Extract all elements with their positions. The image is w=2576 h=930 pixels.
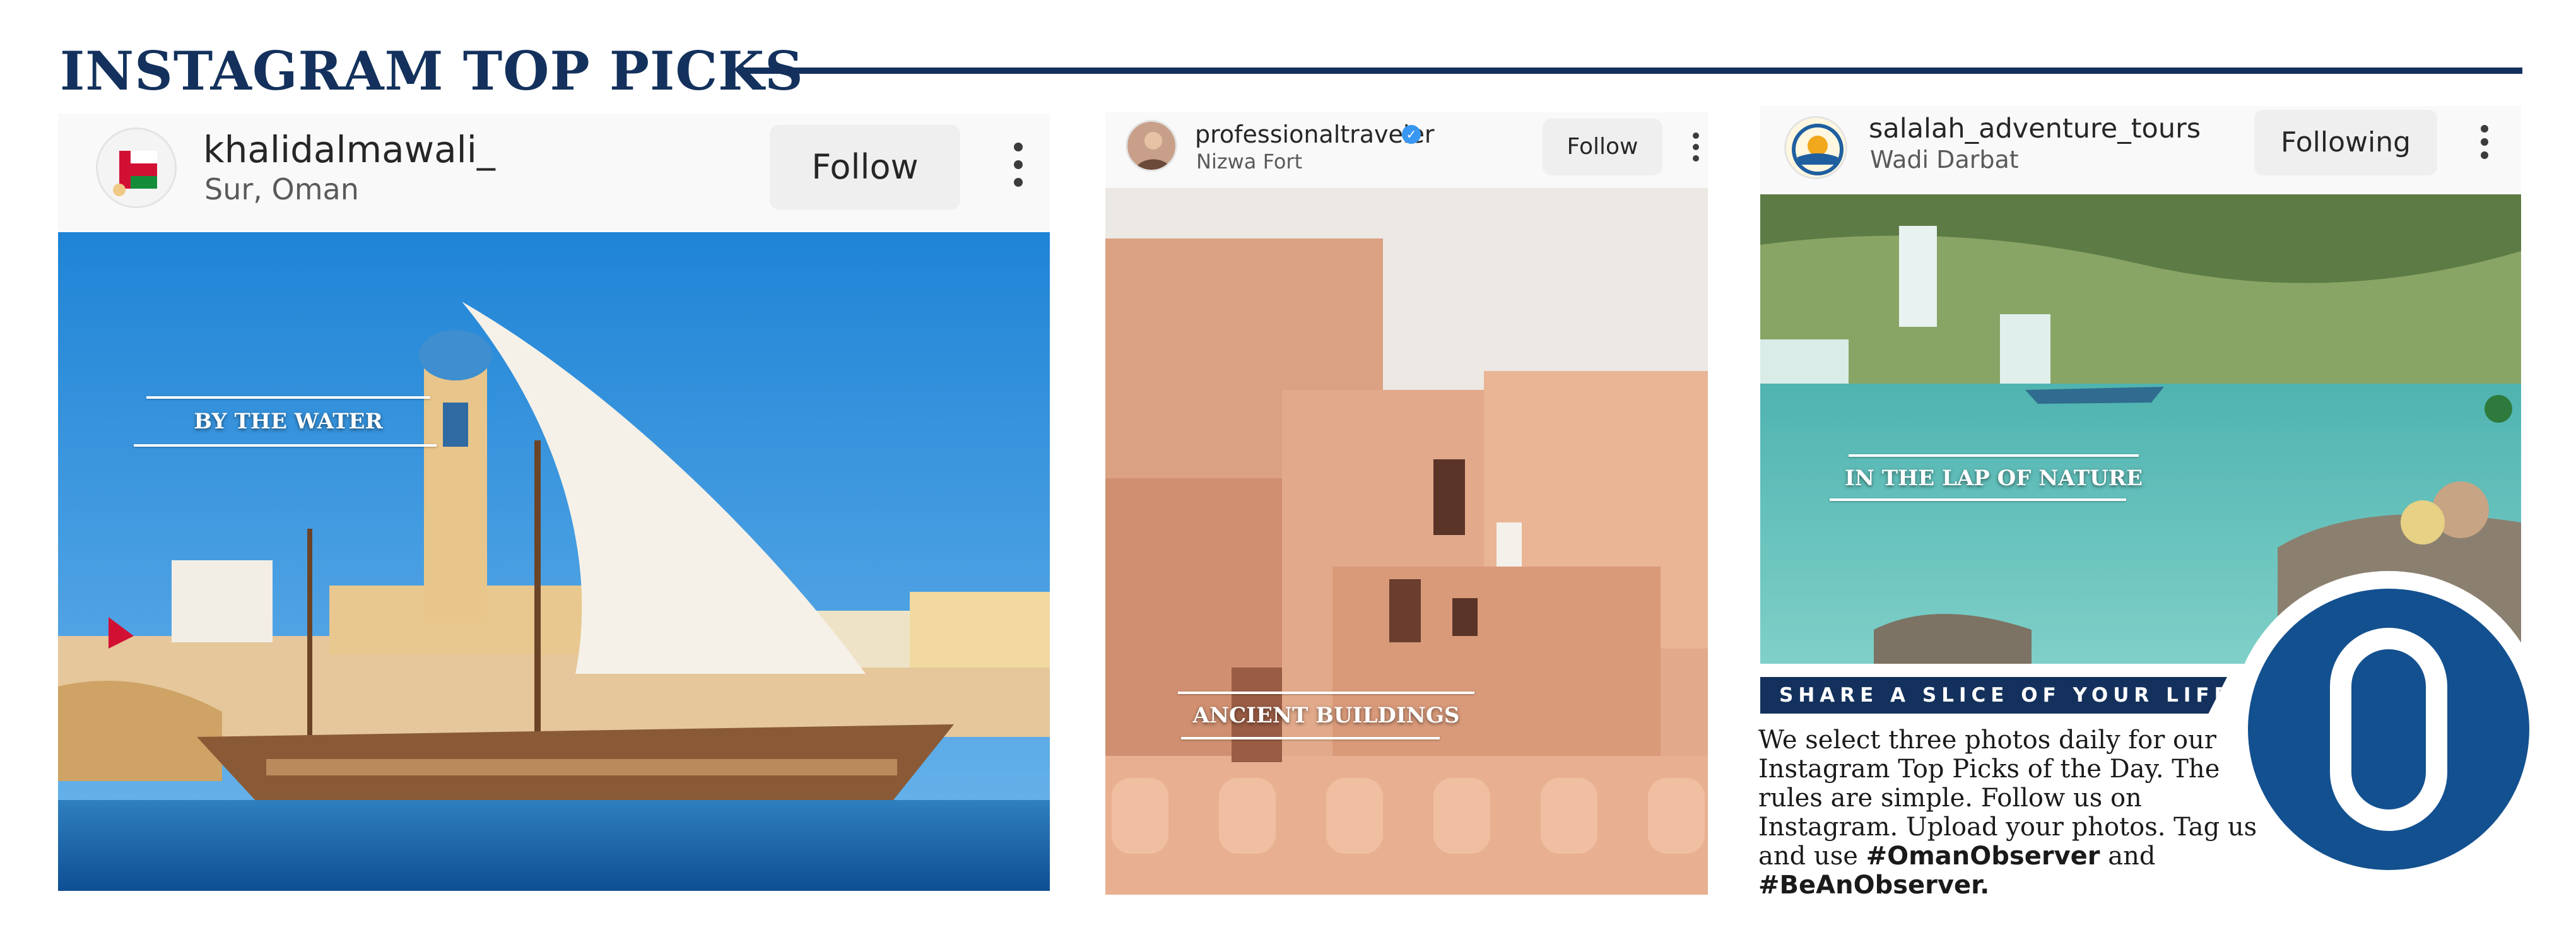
caption-rule-top xyxy=(146,396,430,399)
more-options-icon[interactable] xyxy=(1012,143,1025,187)
avatar-image xyxy=(1134,132,1172,170)
info-conjunction: and xyxy=(2108,842,2156,871)
post-header: salalah_adventure_tours Wadi Darbat Foll… xyxy=(1760,106,2521,194)
location[interactable]: Nizwa Fort xyxy=(1196,149,1302,174)
hashtag-be-an-observer[interactable]: #BeAnObserver. xyxy=(1758,871,1989,900)
share-banner: SHARE A SLICE OF YOUR LIFE xyxy=(1760,677,2227,714)
follow-button[interactable]: Follow xyxy=(1543,119,1662,175)
hashtag-oman-observer[interactable]: #OmanObserver xyxy=(1866,842,2100,871)
follow-button[interactable]: Follow xyxy=(770,125,960,209)
post-card-2: professionaltraveler ✓ Nizwa Fort Follow xyxy=(1105,112,1708,895)
username[interactable]: professionaltraveler xyxy=(1195,120,1434,149)
post-header: khalidalmawali_ Sur, Oman Follow xyxy=(58,114,1050,232)
tour-logo-icon xyxy=(1792,124,1844,175)
location[interactable]: Wadi Darbat xyxy=(1870,144,2019,175)
following-button[interactable]: Following xyxy=(2254,110,2437,175)
more-options-icon[interactable] xyxy=(1690,132,1702,162)
photo-caption: BY THE WATER xyxy=(194,409,383,434)
post-card-1: khalidalmawali_ Sur, Oman Follow BY THE … xyxy=(58,114,1050,891)
caption-rule-bottom xyxy=(134,444,437,447)
caption-rule-bottom xyxy=(1181,737,1440,739)
more-options-icon[interactable] xyxy=(2478,125,2491,159)
observer-logo-letter xyxy=(2330,628,2447,831)
avatar[interactable] xyxy=(96,127,177,208)
photo-caption: IN THE LAP OF NATURE xyxy=(1845,466,2143,491)
photo-caption: ANCIENT BUILDINGS xyxy=(1192,703,1460,728)
post-photo[interactable] xyxy=(1105,188,1708,895)
post-photo[interactable] xyxy=(58,232,1050,891)
info-text: We select three photos daily for our Ins… xyxy=(1758,726,2263,900)
location[interactable]: Sur, Oman xyxy=(204,170,359,208)
caption-rule-bottom xyxy=(1830,498,2126,501)
avatar[interactable] xyxy=(1784,116,1847,179)
oman-flag-icon xyxy=(113,151,157,196)
verified-badge-icon: ✓ xyxy=(1402,125,1421,144)
username[interactable]: khalidalmawali_ xyxy=(203,127,495,172)
page-title: INSTAGRAM TOP PICKS xyxy=(60,40,804,102)
header-rule xyxy=(738,68,2522,74)
caption-rule-top xyxy=(1178,692,1474,694)
avatar[interactable] xyxy=(1126,120,1177,172)
username[interactable]: salalah_adventure_tours xyxy=(1869,111,2201,146)
post-header: professionaltraveler ✓ Nizwa Fort Follow xyxy=(1105,112,1708,188)
caption-rule-top xyxy=(1849,454,2139,457)
